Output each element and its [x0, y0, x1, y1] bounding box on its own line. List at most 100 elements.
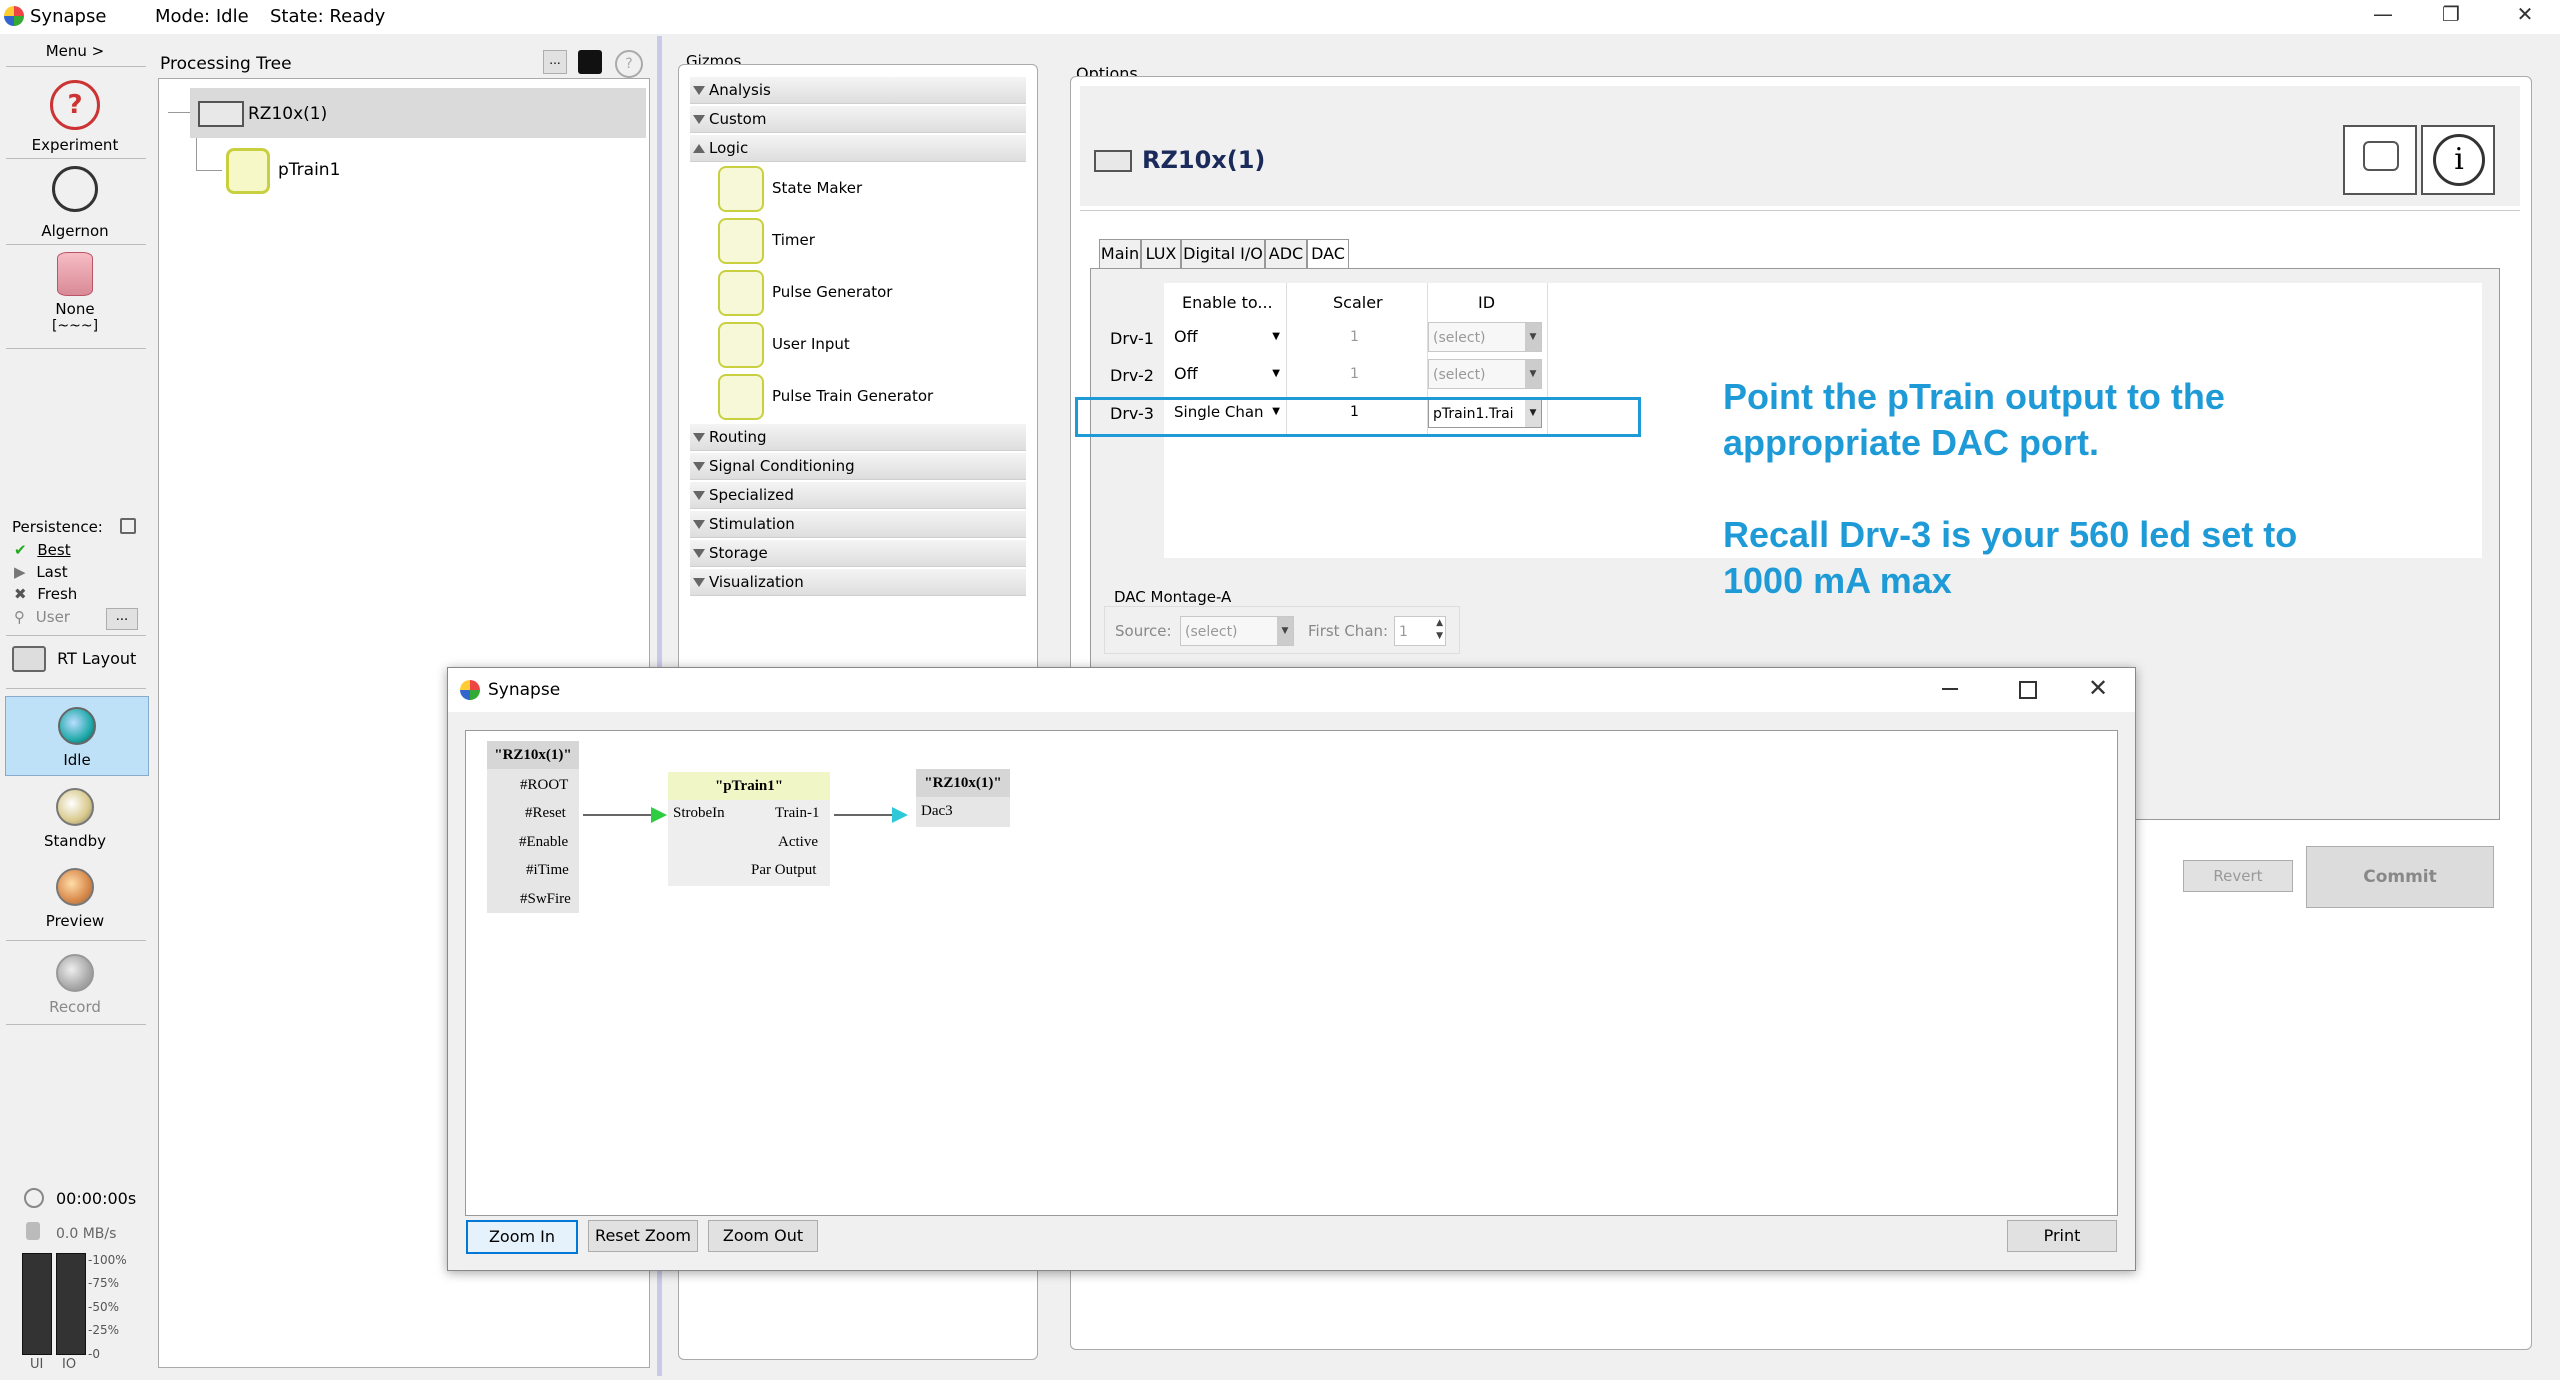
check-icon: ✔ [14, 541, 27, 559]
reset-zoom-button[interactable]: Reset Zoom [588, 1220, 698, 1252]
dialog-maximize-button[interactable] [2019, 681, 2037, 699]
signal-flow-dialog: Synapse ✕ [447, 667, 2136, 1271]
first-chan-value: 1 [1399, 624, 1408, 640]
port-root: #ROOT [520, 777, 569, 793]
id-select[interactable]: (select) ▼ [1428, 359, 1542, 389]
port-swfire: #SwFire [520, 891, 571, 907]
persistence-last[interactable]: ▶ Last [14, 563, 68, 581]
id-select[interactable]: (select) ▼ [1428, 322, 1542, 352]
tank-sub-label: [~~~] [51, 318, 99, 334]
close-button[interactable]: ✕ [2505, 2, 2545, 26]
experiment-button[interactable]: ? Experiment [6, 80, 144, 156]
dac-row-label: Drv-2 [1110, 366, 1154, 385]
chat-icon [2363, 141, 2399, 171]
algernon-button[interactable]: Algernon [6, 166, 144, 242]
port-strobe-in: StrobeIn [673, 805, 725, 821]
dialog-minimize-button[interactable] [1942, 688, 1958, 690]
arrow-head-green-icon [651, 807, 667, 823]
first-chan-spinner[interactable]: 1 ▲ ▼ [1394, 616, 1446, 646]
gizmo-label: State Maker [772, 179, 863, 197]
commit-button[interactable]: Commit [2306, 846, 2494, 908]
gizmo-category-stimulation[interactable]: Stimulation [690, 511, 1026, 538]
clock-icon [24, 1188, 44, 1208]
app-logo-icon [460, 680, 480, 700]
zoom-in-button[interactable]: Zoom In [466, 1220, 578, 1254]
tab-lux[interactable]: LUX [1141, 239, 1181, 269]
enable-select[interactable]: Off ▼ [1168, 322, 1284, 352]
idle-indicator-icon [58, 707, 96, 745]
tab-digital-io[interactable]: Digital I/O [1181, 239, 1265, 269]
tree-help-button[interactable]: ? [615, 50, 643, 78]
user-more-button[interactable]: ... [106, 608, 138, 630]
node-rz-dac-title: "RZ10x(1)" [916, 769, 1010, 797]
divider [6, 158, 146, 159]
gizmo-category-label: Visualization [709, 573, 804, 591]
gizmo-category-storage[interactable]: Storage [690, 540, 1026, 567]
first-chan-label: First Chan: [1308, 622, 1389, 640]
meter-tick-50: -50% [88, 1300, 120, 1314]
elapsed-timer: 00:00:00s [56, 1189, 137, 1208]
source-select[interactable]: (select) ▼ [1180, 616, 1294, 646]
persistence-user[interactable]: ⚲ User [14, 608, 70, 626]
meter-label-ui: UI [30, 1357, 44, 1372]
menu-button[interactable]: Menu > [6, 42, 144, 60]
pulse-train-icon [226, 148, 270, 194]
scaler-value[interactable]: 1 [1350, 329, 1359, 345]
enable-select[interactable]: Off ▼ [1168, 359, 1284, 389]
rt-layout-button[interactable]: RT Layout [12, 646, 136, 672]
gizmo-category-specialized[interactable]: Specialized [690, 482, 1026, 509]
meter-tick-0: -0 [88, 1347, 100, 1361]
chat-button[interactable] [2343, 125, 2417, 195]
tab-dac[interactable]: DAC [1307, 239, 1349, 269]
io-meter [56, 1253, 86, 1355]
column-header-scaler: Scaler [1333, 293, 1383, 312]
help-circle-icon: ? [50, 80, 100, 130]
collapse-icon [693, 433, 705, 442]
record-button[interactable]: Record [6, 954, 144, 1016]
preview-button[interactable]: Preview [6, 868, 144, 930]
gizmo-label: Pulse Train Generator [772, 387, 934, 405]
tree-child-row[interactable]: pTrain1 [222, 148, 522, 194]
tree-more-button[interactable]: ... [543, 50, 567, 74]
meter-tick-75: -75% [88, 1276, 120, 1290]
gizmo-category-analysis[interactable]: Analysis [690, 77, 1026, 104]
persistence-fresh[interactable]: ✖ Fresh [14, 585, 77, 603]
info-button[interactable]: i [2421, 125, 2495, 195]
gizmo-category-signal-conditioning[interactable]: Signal Conditioning [690, 453, 1026, 480]
gizmo-category-logic[interactable]: Logic [690, 135, 1026, 162]
user-input-icon [718, 322, 764, 368]
zoom-out-button[interactable]: Zoom Out [708, 1220, 818, 1252]
standby-button[interactable]: Standby [6, 788, 144, 850]
tree-root-label: RZ10x(1) [248, 104, 328, 124]
minimize-button[interactable]: — [2363, 2, 2403, 26]
montage-title: DAC Montage-A [1114, 588, 1232, 606]
tank-label: None [55, 300, 95, 318]
annotation-line-3: Recall Drv-3 is your 560 led set to [1723, 514, 2298, 555]
tree-root-row[interactable]: RZ10x(1) [190, 88, 646, 138]
tab-adc[interactable]: ADC [1265, 239, 1307, 269]
divider [6, 940, 146, 941]
persistence-user-label: User [35, 608, 70, 626]
persistence-best[interactable]: ✔ Best [14, 541, 71, 559]
enable-value: Off [1174, 364, 1198, 383]
restore-button[interactable]: ❐ [2431, 2, 2471, 26]
tank-button[interactable]: None [~~~] [6, 252, 144, 344]
gizmo-category-visualization[interactable]: Visualization [690, 569, 1026, 596]
algernon-label: Algernon [41, 222, 109, 240]
puzzle-icon[interactable] [578, 50, 602, 74]
lock-icon [120, 518, 136, 534]
tab-main[interactable]: Main [1099, 239, 1141, 269]
revert-button[interactable]: Revert [2183, 860, 2293, 892]
dialog-close-button[interactable]: ✕ [2088, 674, 2108, 702]
scaler-value[interactable]: 1 [1350, 366, 1359, 382]
print-button[interactable]: Print [2007, 1220, 2117, 1252]
gizmo-category-custom[interactable]: Custom [690, 106, 1026, 133]
idle-button[interactable]: Idle [5, 696, 149, 776]
gizmo-category-routing[interactable]: Routing [690, 424, 1026, 451]
meter-tick-100: -100% [88, 1253, 127, 1267]
node-rz-root[interactable]: "RZ10x(1)" [487, 741, 579, 913]
collapse-icon [693, 578, 705, 587]
record-label: Record [49, 998, 101, 1016]
dropdown-arrow-icon: ▼ [1525, 323, 1541, 351]
gizmo-label: User Input [772, 335, 850, 353]
